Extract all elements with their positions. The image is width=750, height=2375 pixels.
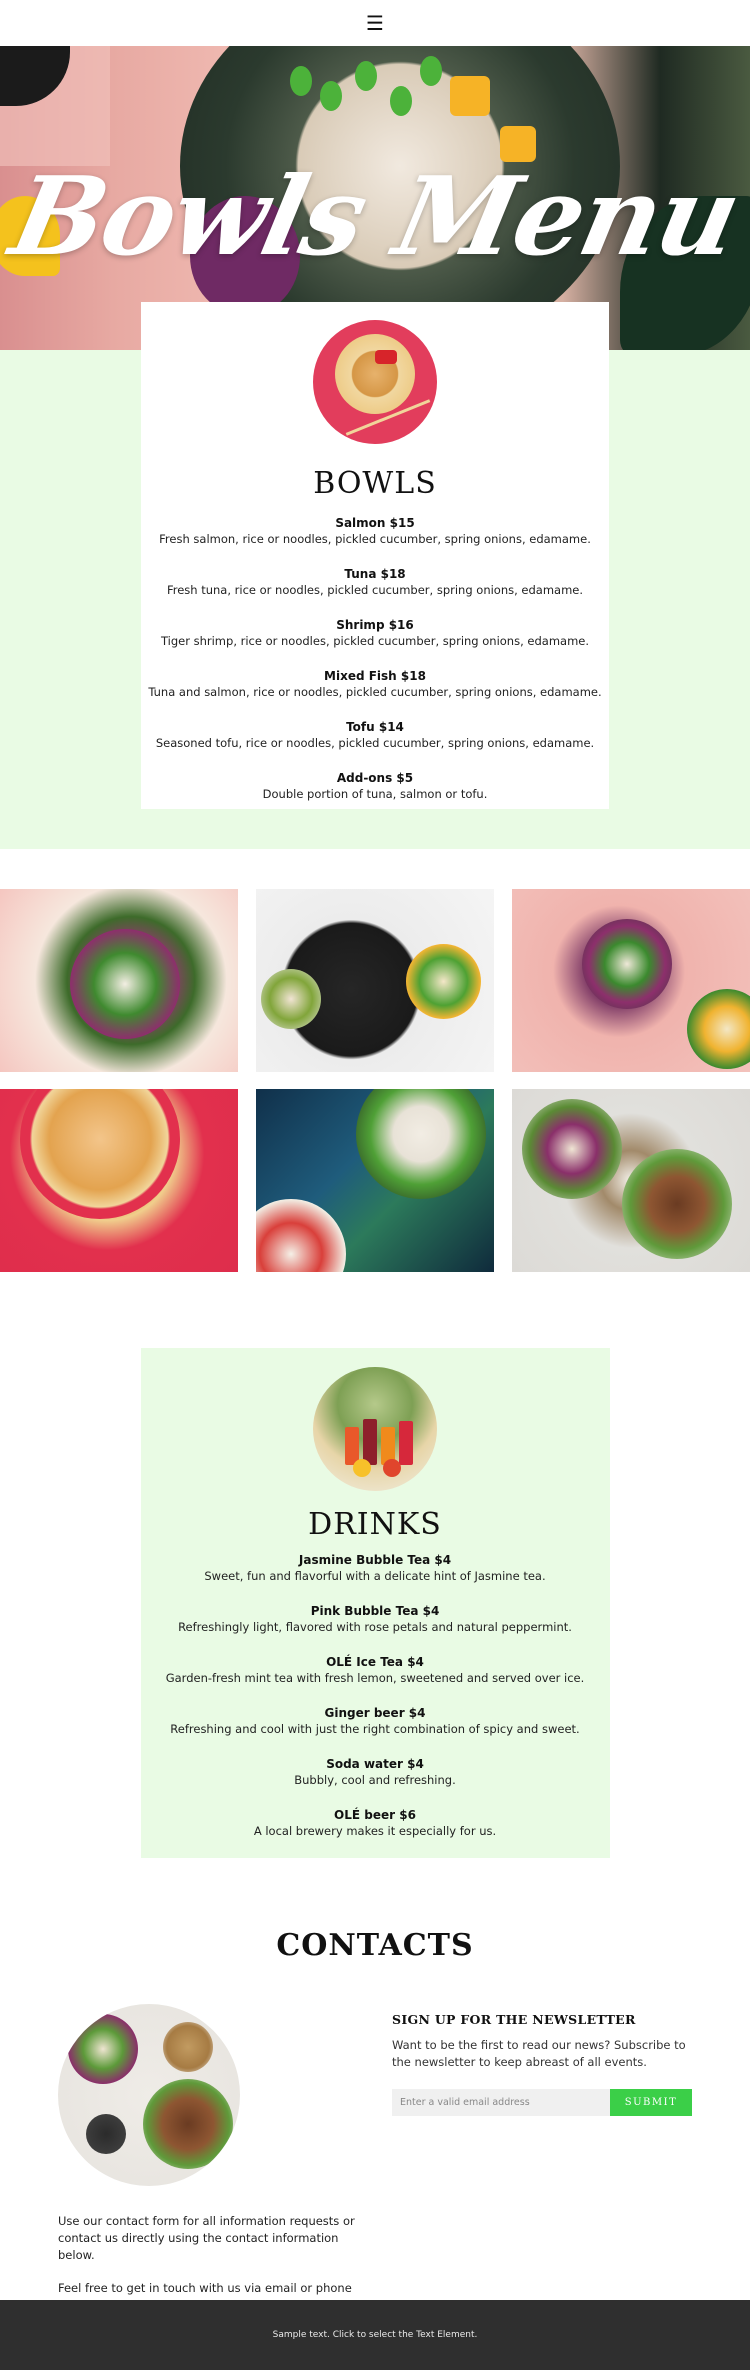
list-item: Salmon $15 Fresh salmon, rice or noodles…: [141, 515, 609, 548]
item-description: Seasoned tofu, rice or noodles, pickled …: [155, 736, 595, 750]
hamburger-icon[interactable]: ☰: [366, 13, 384, 33]
footer-text[interactable]: Sample text. Click to select the Text El…: [273, 2330, 478, 2340]
item-description: A local brewery makes it especially for …: [253, 1824, 497, 1838]
juice-bottle-image: [363, 1419, 377, 1465]
sesame-bowl-image: [163, 2022, 213, 2072]
list-item: Ginger beer $4 Refreshing and cool with …: [141, 1705, 610, 1738]
submit-button[interactable]: SUBMIT: [610, 2089, 692, 2116]
list-item: Mixed Fish $18 Tuna and salmon, rice or …: [141, 668, 609, 701]
item-name: Mixed Fish $18: [324, 669, 426, 683]
edamame-image: [420, 56, 442, 86]
newsletter-title: SIGN UP FOR THE NEWSLETTER: [392, 2012, 636, 2027]
fruit-image: [383, 1459, 401, 1477]
item-description: Fresh salmon, rice or noodles, pickled c…: [159, 532, 591, 546]
item-name: OLÉ beer $6: [334, 1808, 416, 1822]
item-description: Refreshingly light, flavored with rose p…: [178, 1620, 572, 1634]
newsletter-text: Want to be the first to read our news? S…: [392, 2038, 686, 2069]
bowls-title: BOWLS: [313, 466, 437, 501]
bowl-image: [256, 1199, 346, 1272]
item-name: OLÉ Ice Tea $4: [326, 1655, 424, 1669]
bowl-image: [687, 989, 750, 1069]
item-description: Tiger shrimp, rice or noodles, pickled c…: [160, 634, 590, 648]
bowl-image: [68, 2014, 138, 2084]
photo-gallery: [0, 889, 750, 1272]
list-item: OLÉ beer $6 A local brewery makes it esp…: [141, 1807, 610, 1840]
item-name: Salmon $15: [335, 516, 415, 530]
edamame-image: [320, 81, 342, 111]
list-item: Tofu $14 Seasoned tofu, rice or noodles,…: [141, 719, 609, 752]
item-name: Ginger beer $4: [324, 1706, 426, 1720]
pepper-image: [375, 350, 397, 364]
bowl-image: [261, 969, 321, 1029]
fruit-image: [353, 1459, 371, 1477]
item-name: Add-ons $5: [336, 771, 414, 785]
noodle-bowl-image: [335, 334, 415, 414]
list-item: OLÉ Ice Tea $4 Garden-fresh mint tea wit…: [141, 1654, 610, 1687]
bowl-image: [406, 944, 481, 1019]
newsletter-form: SUBMIT: [392, 2089, 692, 2116]
contacts-section: CONTACTS Use our contact form for all in…: [0, 1928, 750, 2295]
email-field[interactable]: [392, 2089, 610, 2116]
edamame-image: [355, 61, 377, 91]
gallery-image-beef-bowls[interactable]: [512, 1089, 750, 1272]
item-description: Sweet, fun and flavorful with a delicate…: [204, 1569, 546, 1583]
edamame-image: [390, 86, 412, 116]
drinks-title: DRINKS: [308, 1507, 442, 1542]
item-name: Tuna $18: [344, 567, 406, 581]
bowls-menu-card: BOWLS Salmon $15 Fresh salmon, rice or n…: [141, 302, 609, 809]
bowl-image: [143, 2079, 233, 2169]
newsletter-signup: SIGN UP FOR THE NEWSLETTER Want to be th…: [392, 2012, 692, 2116]
item-description: Double portion of tuna, salmon or tofu.: [262, 787, 488, 801]
contacts-title: CONTACTS: [276, 1928, 474, 1963]
item-name: Pink Bubble Tea $4: [310, 1604, 440, 1618]
bowl-image: [70, 929, 180, 1039]
footer: Sample text. Click to select the Text El…: [0, 2300, 750, 2370]
edamame-image: [290, 66, 312, 96]
contact-image: [58, 2004, 240, 2186]
drinks-section: DRINKS Jasmine Bubble Tea $4 Sweet, fun …: [0, 1348, 750, 1858]
gallery-image-salad-bowls[interactable]: [512, 889, 750, 1072]
juice-bottle-image: [399, 1421, 413, 1465]
item-description: Garden-fresh mint tea with fresh lemon, …: [165, 1671, 585, 1685]
bowls-section: BOWLS Salmon $15 Fresh salmon, rice or n…: [0, 302, 750, 849]
bowls-list: Salmon $15 Fresh salmon, rice or noodles…: [141, 515, 609, 803]
bowl-image: [522, 1099, 622, 1199]
item-description: Tuna and salmon, rice or noodles, pickle…: [148, 685, 602, 699]
bowl-image: [582, 919, 672, 1009]
item-name: Shrimp $16: [336, 618, 414, 632]
hero-title: Bowls Menu: [1, 154, 749, 280]
list-item: Jasmine Bubble Tea $4 Sweet, fun and fla…: [141, 1552, 610, 1585]
list-item: Soda water $4 Bubbly, cool and refreshin…: [141, 1756, 610, 1789]
list-item: Tuna $18 Fresh tuna, rice or noodles, pi…: [141, 566, 609, 599]
contact-text-2: Feel free to get in touch with us via em…: [58, 2281, 352, 2295]
mango-image: [450, 76, 490, 116]
contact-text-1: Use our contact form for all information…: [58, 2214, 355, 2262]
item-description: Refreshing and cool with just the right …: [170, 1722, 580, 1736]
list-item: Pink Bubble Tea $4 Refreshingly light, f…: [141, 1603, 610, 1636]
item-name: Jasmine Bubble Tea $4: [298, 1553, 452, 1567]
gallery-image-poke-bowl[interactable]: [0, 889, 238, 1072]
item-name: Tofu $14: [346, 720, 404, 734]
drinks-list: Jasmine Bubble Tea $4 Sweet, fun and fla…: [141, 1552, 610, 1840]
top-bar: ☰: [0, 0, 750, 46]
bowls-image: [313, 320, 437, 444]
drinks-menu-card: DRINKS Jasmine Bubble Tea $4 Sweet, fun …: [140, 1348, 610, 1858]
gallery-image-tuna-bowl[interactable]: [256, 1089, 494, 1272]
bowl-image: [622, 1149, 732, 1259]
gallery-image-shrimp-bowl[interactable]: [256, 889, 494, 1072]
sauce-bowl-image: [86, 2114, 126, 2154]
list-item: Shrimp $16 Tiger shrimp, rice or noodles…: [141, 617, 609, 650]
bowl-image: [356, 1089, 486, 1199]
drinks-image: [313, 1367, 437, 1491]
gallery-image-noodle-bowl[interactable]: [0, 1089, 238, 1272]
item-description: Bubbly, cool and refreshing.: [294, 1773, 456, 1787]
list-item: Add-ons $5 Double portion of tuna, salmo…: [141, 770, 609, 803]
contact-info: Use our contact form for all information…: [58, 2213, 368, 2297]
item-description: Fresh tuna, rice or noodles, pickled cuc…: [166, 583, 584, 597]
item-name: Soda water $4: [326, 1757, 424, 1771]
bowl-image: [20, 1089, 180, 1219]
